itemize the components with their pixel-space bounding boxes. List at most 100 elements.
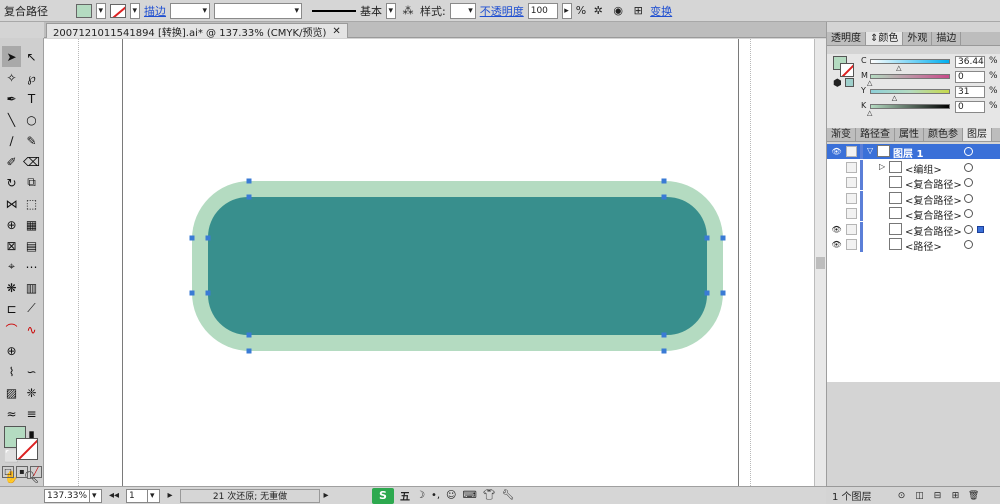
sublayer-row[interactable]: <复合路径>: [827, 175, 1000, 191]
fill-swatch[interactable]: [76, 3, 92, 18]
layer-row[interactable]: 👁︎ ▽ 图层 1: [827, 144, 1000, 160]
lock-toggle[interactable]: [846, 161, 857, 173]
lock-toggle[interactable]: [846, 239, 857, 250]
target-circle-icon[interactable]: [964, 224, 973, 234]
zoom-field[interactable]: 137.33%: [44, 488, 90, 503]
channel-value-field[interactable]: 0: [955, 71, 985, 83]
layer-name[interactable]: <路径>: [905, 238, 942, 253]
shape-builder-tool-icon[interactable]: ⊕: [2, 214, 21, 235]
target-circle-icon[interactable]: [964, 162, 973, 172]
slice-tool-icon[interactable]: ⟋: [22, 298, 41, 319]
document-tab[interactable]: 2007121011541894 [转换].ai* @ 137.33% (CMY…: [46, 23, 348, 39]
slider-knob-icon[interactable]: △: [867, 109, 872, 117]
layer-name[interactable]: <复合路径>: [905, 223, 962, 238]
sogou-logo-icon[interactable]: S: [372, 487, 394, 504]
gradient-mode-icon[interactable]: ▪: [16, 466, 28, 478]
clipping-mask-icon[interactable]: ◫: [914, 490, 926, 502]
channel-track[interactable]: [870, 74, 950, 79]
list-tool-icon[interactable]: ≡: [22, 403, 41, 424]
target-circle-icon[interactable]: [964, 178, 973, 187]
lasso-tool-icon[interactable]: ℘: [22, 67, 41, 88]
opacity-field[interactable]: 100: [527, 2, 558, 19]
stroke-color-swatch[interactable]: [16, 438, 38, 460]
stroke-weight-field[interactable]: ▾: [170, 2, 210, 19]
artwork[interactable]: [44, 39, 814, 486]
ellipse-tool-icon[interactable]: ○: [22, 109, 41, 130]
blob-brush-tool-icon[interactable]: ✐: [2, 151, 21, 172]
layers-panel-tab[interactable]: 图层: [963, 128, 992, 141]
lock-toggle[interactable]: [846, 192, 857, 204]
color-panel-tab[interactable]: 透明度: [827, 32, 866, 45]
eraser-tool-icon[interactable]: ⌫: [22, 151, 41, 172]
align-icon[interactable]: ⊞: [630, 3, 646, 19]
color-panel-tab[interactable]: 外观: [903, 32, 933, 45]
punctuation-icon[interactable]: •,: [431, 490, 440, 501]
new-sublayer-icon[interactable]: ⊟: [932, 490, 944, 502]
opacity-dropdown[interactable]: ▸: [561, 2, 572, 19]
out-of-gamut-cube-icon[interactable]: ⬢: [833, 78, 842, 89]
visibility-toggle[interactable]: [831, 177, 842, 188]
layer-name[interactable]: 图层 1: [893, 145, 923, 160]
voice-icon[interactable]: ☺: [446, 490, 456, 501]
twirl-tool-icon[interactable]: ∽: [22, 361, 41, 382]
fill-dropdown[interactable]: ▾: [96, 2, 106, 19]
channel-value-field[interactable]: 31: [955, 86, 985, 98]
perspective-grid-tool-icon[interactable]: ▦: [22, 214, 41, 235]
eyedropper-tool-icon[interactable]: ⌖: [2, 256, 21, 277]
stroke-swatch[interactable]: [110, 3, 126, 18]
inner-rounded-rect[interactable]: [208, 197, 707, 335]
none-mode-icon[interactable]: ╱: [30, 466, 42, 478]
channel-slider-c[interactable]: C △ 36.44%: [861, 56, 999, 72]
layers-panel-tab[interactable]: 渐变: [827, 128, 856, 141]
channel-slider-m[interactable]: M △ 0%: [861, 71, 999, 87]
sublayer-row[interactable]: 👁︎ <路径>: [827, 237, 1000, 253]
layers-panel-tab[interactable]: 属性: [895, 128, 924, 141]
layers-panel-tab[interactable]: 颜色参: [924, 128, 963, 141]
visibility-toggle[interactable]: [831, 193, 842, 204]
channel-track[interactable]: [870, 89, 950, 94]
gamut-swatch[interactable]: [845, 78, 854, 87]
zoom-dropdown[interactable]: ▾: [90, 488, 102, 503]
delete-layer-icon[interactable]: 🗑︎: [968, 490, 980, 502]
tools-wrench-icon[interactable]: 🔧︎: [502, 490, 515, 501]
variable-width-dropdown[interactable]: ▾: [214, 2, 302, 19]
color-stroke-swatch[interactable]: [840, 63, 854, 77]
next-artboard-icon[interactable]: ▸: [160, 490, 180, 501]
globe-icon[interactable]: ◉: [610, 3, 626, 19]
status-menu-icon[interactable]: ▸: [320, 490, 332, 501]
moon-icon[interactable]: ☽: [416, 490, 425, 501]
channel-slider-k[interactable]: K △ 0%: [861, 101, 999, 117]
sprayer-tool-icon[interactable]: ❈: [22, 382, 41, 403]
transform-link[interactable]: 变换: [650, 3, 672, 19]
channel-value-field[interactable]: 0: [955, 101, 985, 113]
lock-toggle[interactable]: [846, 177, 857, 188]
eye-icon[interactable]: 👁︎: [831, 224, 842, 235]
prev-artboard-icon[interactable]: ◂◂: [102, 490, 126, 501]
layer-name[interactable]: <编组>: [905, 161, 942, 176]
new-layer-icon[interactable]: ⊞: [950, 490, 962, 502]
target-circle-icon[interactable]: [964, 209, 973, 218]
pencil-tool-icon[interactable]: ✎: [22, 130, 41, 151]
paintbrush-tool-icon[interactable]: ∕: [2, 130, 21, 151]
style-dropdown[interactable]: ▾: [449, 2, 476, 19]
shaper-tool-icon[interactable]: ∿: [22, 319, 41, 340]
sublayer-row[interactable]: 👁︎ <复合路径>: [827, 221, 1000, 238]
mesh-tool-icon[interactable]: ⊠: [2, 235, 21, 256]
blend-tool-icon[interactable]: ⋯: [22, 256, 41, 277]
target-circle-icon[interactable]: [964, 240, 973, 249]
ime-mode[interactable]: 五: [400, 488, 410, 503]
magic-wand-tool-icon[interactable]: ✧: [2, 67, 21, 88]
target-circle-icon[interactable]: [964, 193, 973, 203]
chart-tool-icon[interactable]: ▨: [2, 382, 21, 403]
color-panel-tab[interactable]: 描边: [932, 32, 962, 45]
layers-panel-tab[interactable]: 路径查: [856, 128, 895, 141]
symbol-sprayer-tool-icon[interactable]: ❋: [2, 277, 21, 298]
visibility-toggle[interactable]: [831, 162, 842, 173]
gradient-tool-icon[interactable]: ▤: [22, 235, 41, 256]
recolor-icon[interactable]: ✲: [590, 3, 606, 19]
close-tab-icon[interactable]: ✕: [332, 26, 340, 37]
wave-tool-icon[interactable]: ≈: [2, 403, 21, 424]
lock-toggle[interactable]: [846, 208, 857, 219]
opacity-link[interactable]: 不透明度: [480, 3, 524, 19]
width-tool-icon[interactable]: ⋈: [2, 193, 21, 214]
